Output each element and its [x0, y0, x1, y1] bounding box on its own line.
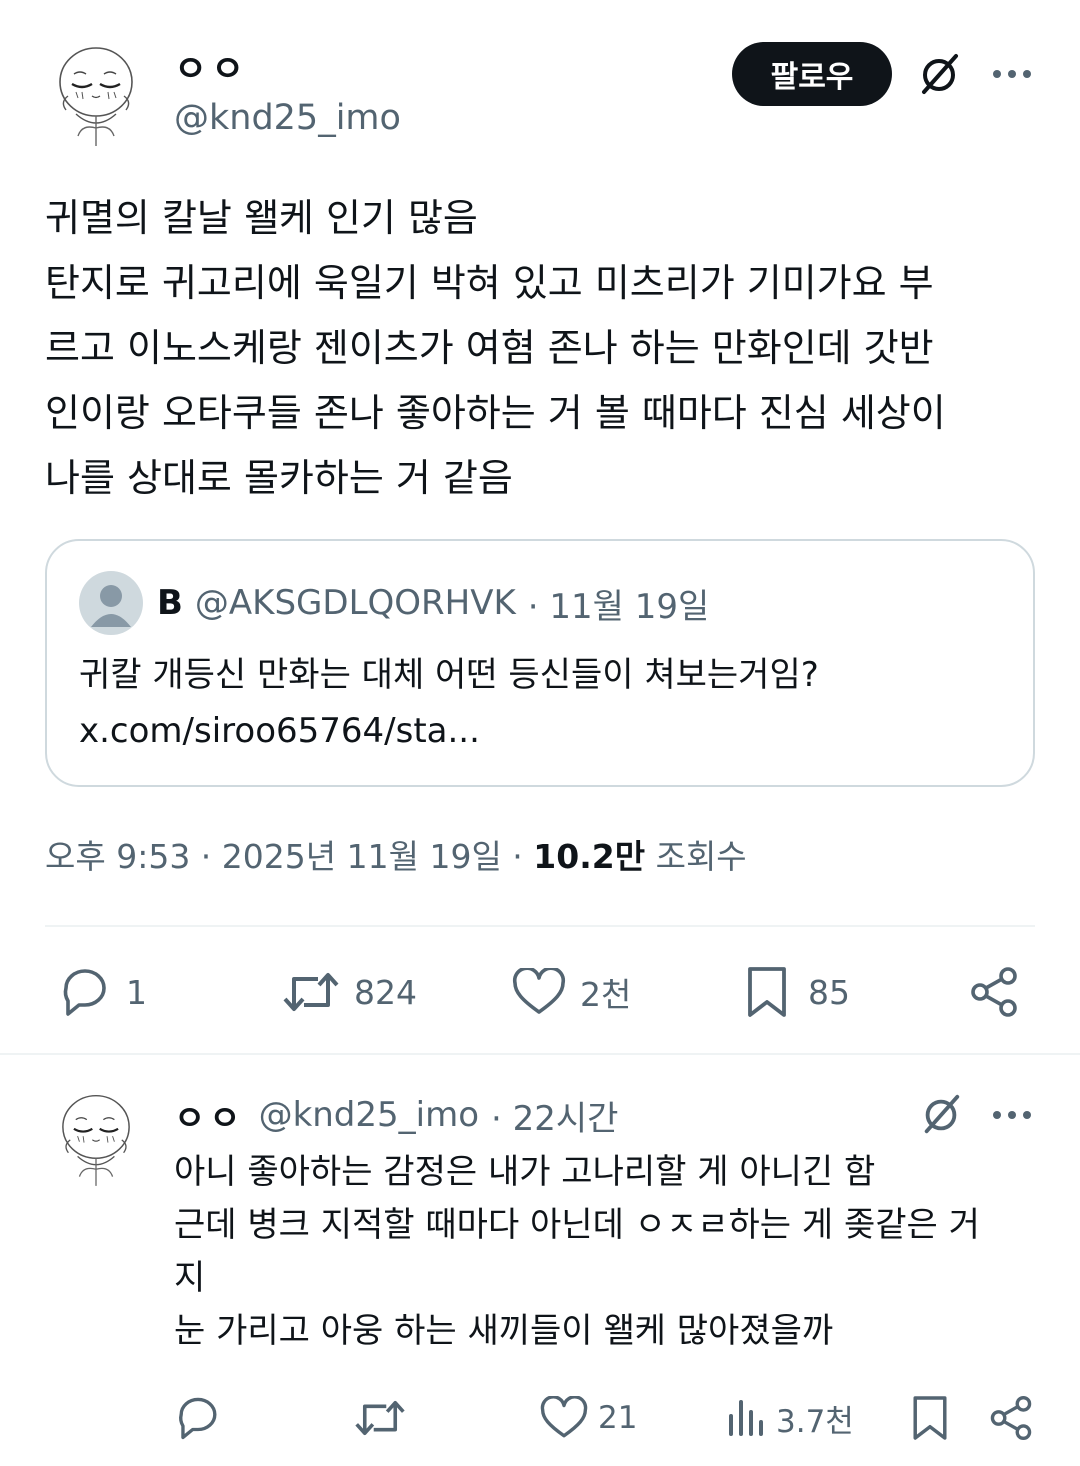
reply-views-count: 3.7천 — [776, 1403, 854, 1440]
reply-grok-button[interactable] — [916, 1090, 966, 1140]
views-label: 조회수 — [655, 837, 747, 876]
divider — [0, 1053, 1080, 1055]
bookmark-count: 85 — [808, 972, 850, 1012]
quoted-link[interactable]: x.com/siroo65764/sta... — [79, 703, 819, 759]
post-meta: 오후 9:53 · 2025년 11월 19일 · 10.2만 조회수 — [45, 830, 747, 878]
repost-button[interactable]: 824 — [282, 962, 417, 1022]
quoted-post-header: B @AKSGDLQORHVK · 11월 19일 — [79, 571, 709, 635]
repost-count: 824 — [354, 972, 417, 1012]
reply-icon — [179, 1397, 217, 1440]
reply-author-avatar[interactable] — [50, 1082, 142, 1194]
post-text-line: 르고 이노스케랑 젠이츠가 여혐 존나 하는 만화인데 갓반 — [45, 326, 934, 370]
views-count: 10.2만 — [533, 837, 646, 876]
reply-text-line: 근데 병크 지적할 때마다 아닌데 ㅇㅈㄹ하는 게 좆같은 거 — [174, 1205, 980, 1245]
more-icon — [993, 1111, 1031, 1119]
post-text: 귀멸의 칼날 왤케 인기 많음 탄지로 귀고리에 욱일기 박혀 있고 미츠리가 … — [45, 186, 1035, 511]
follow-button[interactable]: 팔로우 — [732, 42, 892, 106]
post-text-line: 나를 상대로 몰카하는 거 같음 — [45, 456, 513, 500]
reply-header: ㅇㅇ @knd25_imo · 22시간 — [174, 1090, 618, 1140]
like-count: 2천 — [580, 975, 632, 1014]
reply-more-options-button[interactable] — [986, 1092, 1038, 1138]
more-options-button[interactable] — [986, 50, 1038, 98]
share-icon — [971, 967, 1017, 1017]
reply-handle[interactable]: @knd25_imo — [259, 1095, 479, 1135]
quoted-date: · 11월 19일 — [527, 586, 710, 627]
quoted-text-line: 귀칼 개등신 만화는 대체 어떤 등신들이 쳐보는거임? — [79, 655, 819, 695]
reply-text: 아니 좋아하는 감정은 내가 고나리할 게 아니긴 함 근데 병크 지적할 때마… — [174, 1146, 1044, 1358]
avatar-sketch — [59, 47, 133, 146]
bookmark-icon — [748, 967, 786, 1017]
default-avatar-icon[interactable] — [79, 571, 143, 635]
post-text-line: 탄지로 귀고리에 욱일기 박혀 있고 미츠리가 기미가요 부 — [45, 261, 934, 305]
reply-count: 1 — [126, 972, 147, 1012]
grok-slash-icon — [924, 1094, 960, 1134]
post-text-line: 귀멸의 칼날 왤케 인기 많음 — [45, 196, 478, 240]
bookmark-button[interactable]: 85 — [744, 962, 850, 1022]
grok-button[interactable] — [912, 48, 966, 102]
quoted-display-name[interactable]: B — [157, 583, 183, 623]
grok-slash-icon — [922, 54, 958, 94]
reply-button[interactable]: 1 — [58, 962, 147, 1022]
avatar-sketch — [62, 1094, 130, 1186]
repost-icon — [355, 1400, 405, 1436]
quoted-handle[interactable]: @AKSGDLQORHVK — [195, 583, 516, 623]
reply-text-line: 아니 좋아하는 감정은 내가 고나리할 게 아니긴 함 — [174, 1152, 876, 1192]
reply-display-name[interactable]: ㅇㅇ — [174, 1091, 245, 1140]
share-icon — [990, 1395, 1032, 1441]
quoted-post-text: 귀칼 개등신 만화는 대체 어떤 등신들이 쳐보는거임? x.com/siroo… — [79, 647, 819, 759]
post-text-line: 인이랑 오타쿠들 존나 좋아하는 거 볼 때마다 진심 세상이 — [45, 391, 946, 435]
divider — [45, 925, 1035, 927]
share-button[interactable] — [968, 962, 1020, 1022]
like-icon — [512, 968, 566, 1014]
reply-time[interactable]: · 22시간 — [491, 1091, 618, 1140]
author-handle[interactable]: @knd25_imo — [174, 98, 401, 138]
reply-views-button[interactable]: 3.7천 — [726, 1390, 854, 1446]
like-icon — [540, 1396, 588, 1438]
like-button[interactable]: 2천 — [512, 962, 631, 1022]
reply-like-button[interactable]: 21 — [540, 1390, 637, 1446]
author-display-name[interactable]: ㅇㅇ — [174, 40, 248, 92]
reply-reply-button[interactable] — [174, 1390, 222, 1446]
author-avatar[interactable] — [46, 38, 146, 150]
quoted-post-card[interactable]: B @AKSGDLQORHVK · 11월 19일 귀칼 개등신 만화는 대체 … — [45, 539, 1035, 787]
reply-like-count: 21 — [598, 1400, 638, 1436]
more-icon — [993, 70, 1031, 78]
reply-text-line: 눈 가리고 아웅 하는 새끼들이 왤케 많아졌을까 — [174, 1311, 834, 1351]
reply-bookmark-button[interactable] — [910, 1390, 950, 1446]
reply-icon — [63, 969, 106, 1016]
post-timestamp[interactable]: 오후 9:53 · 2025년 11월 19일 · — [45, 837, 523, 876]
reply-repost-button[interactable] — [354, 1390, 406, 1446]
reply-share-button[interactable] — [988, 1390, 1034, 1446]
reply-text-line: 지 — [174, 1258, 206, 1298]
bookmark-icon — [913, 1396, 947, 1440]
repost-icon — [283, 973, 339, 1011]
views-icon — [729, 1400, 763, 1436]
